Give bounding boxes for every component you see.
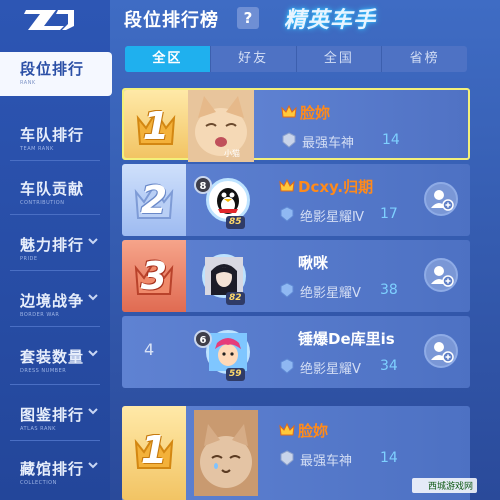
sidebar-item-sub: PRIDE <box>20 256 38 262</box>
sidebar-item-sub: DRESS NUMBER <box>20 368 67 374</box>
tab-all-region[interactable]: 全区 <box>125 46 211 72</box>
player-name: 脸妳 <box>298 422 329 440</box>
sidebar-item-team-contribution[interactable]: 车队贡献 CONTRIBUTION <box>0 172 110 216</box>
sidebar-divider <box>10 384 100 385</box>
rank-name: 最强车神 <box>300 454 353 469</box>
crown-name-icon <box>279 422 295 436</box>
leaderboard-row[interactable]: 4 6 59 锤爆De库里is 绝影星耀Ⅴ 34 <box>122 316 470 388</box>
add-friend-icon <box>431 190 454 211</box>
chevron-down-icon <box>88 458 98 472</box>
sidebar-item-sub: TEAM RANK <box>20 146 54 152</box>
score-badge: 85 <box>226 216 245 229</box>
rank-level: 14 <box>380 450 398 466</box>
score-badge: 82 <box>226 292 245 305</box>
rank-number: 2 <box>140 178 168 222</box>
sidebar-divider <box>10 270 100 271</box>
rank-name: 绝影星耀Ⅴ <box>300 362 361 377</box>
sidebar-item-border-war[interactable]: 边境战争 BORDER WAR <box>0 284 110 328</box>
avatar-photo-cat[interactable]: 小猫 <box>188 90 254 162</box>
player-level-badge: 6 <box>194 330 212 348</box>
rank-number: 1 <box>140 428 168 472</box>
player-name: 脸妳 <box>300 104 331 122</box>
add-friend-button[interactable] <box>424 182 458 216</box>
cat-photo-icon <box>188 90 254 162</box>
tab-province[interactable]: 省榜 <box>382 46 467 72</box>
add-friend-button[interactable] <box>424 334 458 368</box>
crown-name-icon <box>279 178 295 192</box>
crown-name-icon <box>281 104 297 118</box>
sidebar-item-sub: CONTRIBUTION <box>20 200 65 206</box>
help-button[interactable]: ? <box>237 7 259 29</box>
sidebar-divider <box>10 326 100 327</box>
penguin-icon <box>217 188 239 214</box>
tab-national[interactable]: 全国 <box>297 46 383 72</box>
rank-level: 17 <box>380 206 398 222</box>
photo-caption: 小猫 <box>224 149 240 158</box>
watermark: 西城游戏网 <box>412 478 478 493</box>
rank-number: 3 <box>140 254 168 298</box>
scope-tabs: 全区 好友 全国 省榜 <box>125 46 467 72</box>
sidebar-item-team-rank[interactable]: 车队排行 TEAM RANK <box>0 118 110 162</box>
header: 段位排行榜 ? 精英车手 <box>110 0 500 44</box>
page-title: 段位排行榜 <box>124 10 219 31</box>
sidebar: 段位排行 RANK 车队排行 TEAM RANK 车队贡献 CONTRIBUTI… <box>0 0 112 500</box>
rank-name: 绝影星耀Ⅴ <box>300 286 361 301</box>
tab-friends[interactable]: 好友 <box>211 46 297 72</box>
chevron-down-icon <box>88 234 98 248</box>
rank-tier-icon <box>280 358 294 374</box>
rank-number: 1 <box>142 104 170 148</box>
sidebar-item-rank[interactable]: 段位排行 RANK <box>0 52 112 96</box>
sidebar-item-label: 段位排行 <box>20 60 85 78</box>
rank-number: 4 <box>144 340 155 359</box>
sidebar-item-sub: BORDER WAR <box>20 312 60 318</box>
rank-tier-icon <box>280 206 294 222</box>
cartoon-avatar-icon <box>209 333 247 371</box>
sidebar-item-charm-rank[interactable]: 魅力排行 PRIDE <box>0 228 110 272</box>
add-friend-icon <box>431 342 454 363</box>
sidebar-item-label: 车队贡献 <box>20 180 85 198</box>
rank-medal-silver: 2 <box>132 174 176 224</box>
rank-level: 14 <box>382 132 400 148</box>
anime-avatar-icon <box>205 257 243 295</box>
avatar-photo-cat[interactable] <box>194 410 258 496</box>
player-level-badge: 8 <box>194 176 212 194</box>
rank-name: 绝影星耀Ⅳ <box>300 210 364 225</box>
rank-name: 最强车神 <box>302 136 355 151</box>
leaderboard-row[interactable]: 1 小猫 脸妳 最强车神 14 <box>122 88 470 162</box>
player-name: Dcxy.归期 <box>298 178 374 196</box>
rank-medal-gold: 1 <box>134 100 178 150</box>
chevron-down-icon <box>88 404 98 418</box>
cat-photo-icon <box>194 410 258 496</box>
leaderboard-row[interactable]: 3 82 啾咪 绝影星耀Ⅴ 38 <box>122 240 470 312</box>
sidebar-item-collection-rank[interactable]: 藏馆排行 COLLECTION <box>0 452 110 496</box>
rank-level: 34 <box>380 358 398 374</box>
rank-tier-icon <box>280 282 294 298</box>
brand-title: 精英车手 <box>284 8 377 33</box>
sidebar-item-sub: RANK <box>20 80 36 86</box>
chevron-down-icon <box>88 290 98 304</box>
game-logo <box>22 4 78 34</box>
player-name: 锤爆De库里is <box>298 330 395 348</box>
sidebar-item-dress-number[interactable]: 套装数量 DRESS NUMBER <box>0 340 110 384</box>
sidebar-item-sub: ATLAS RANK <box>20 426 56 432</box>
leaderboard-row[interactable]: 2 8 85 Dcxy.归期 绝影星耀Ⅳ 17 <box>122 164 470 236</box>
rank-level: 38 <box>380 282 398 298</box>
sidebar-item-sub: COLLECTION <box>20 480 57 486</box>
game-leaderboard-screen: { "header": { "title": "段位排行榜", "help": … <box>0 0 500 500</box>
sidebar-divider <box>10 214 100 215</box>
rank-tier-icon <box>282 132 296 148</box>
sidebar-item-atlas-rank[interactable]: 图鉴排行 ATLAS RANK <box>0 398 110 442</box>
score-badge: 59 <box>226 368 245 381</box>
rank-medal-gold: 1 <box>132 424 176 474</box>
rank-medal-bronze: 3 <box>132 250 176 300</box>
rank-tier-icon <box>280 450 294 466</box>
add-friend-icon <box>431 266 454 287</box>
player-name: 啾咪 <box>298 254 329 272</box>
add-friend-button[interactable] <box>424 258 458 292</box>
sidebar-item-label: 车队排行 <box>20 126 85 144</box>
chevron-down-icon <box>88 346 98 360</box>
sidebar-divider <box>10 440 100 441</box>
